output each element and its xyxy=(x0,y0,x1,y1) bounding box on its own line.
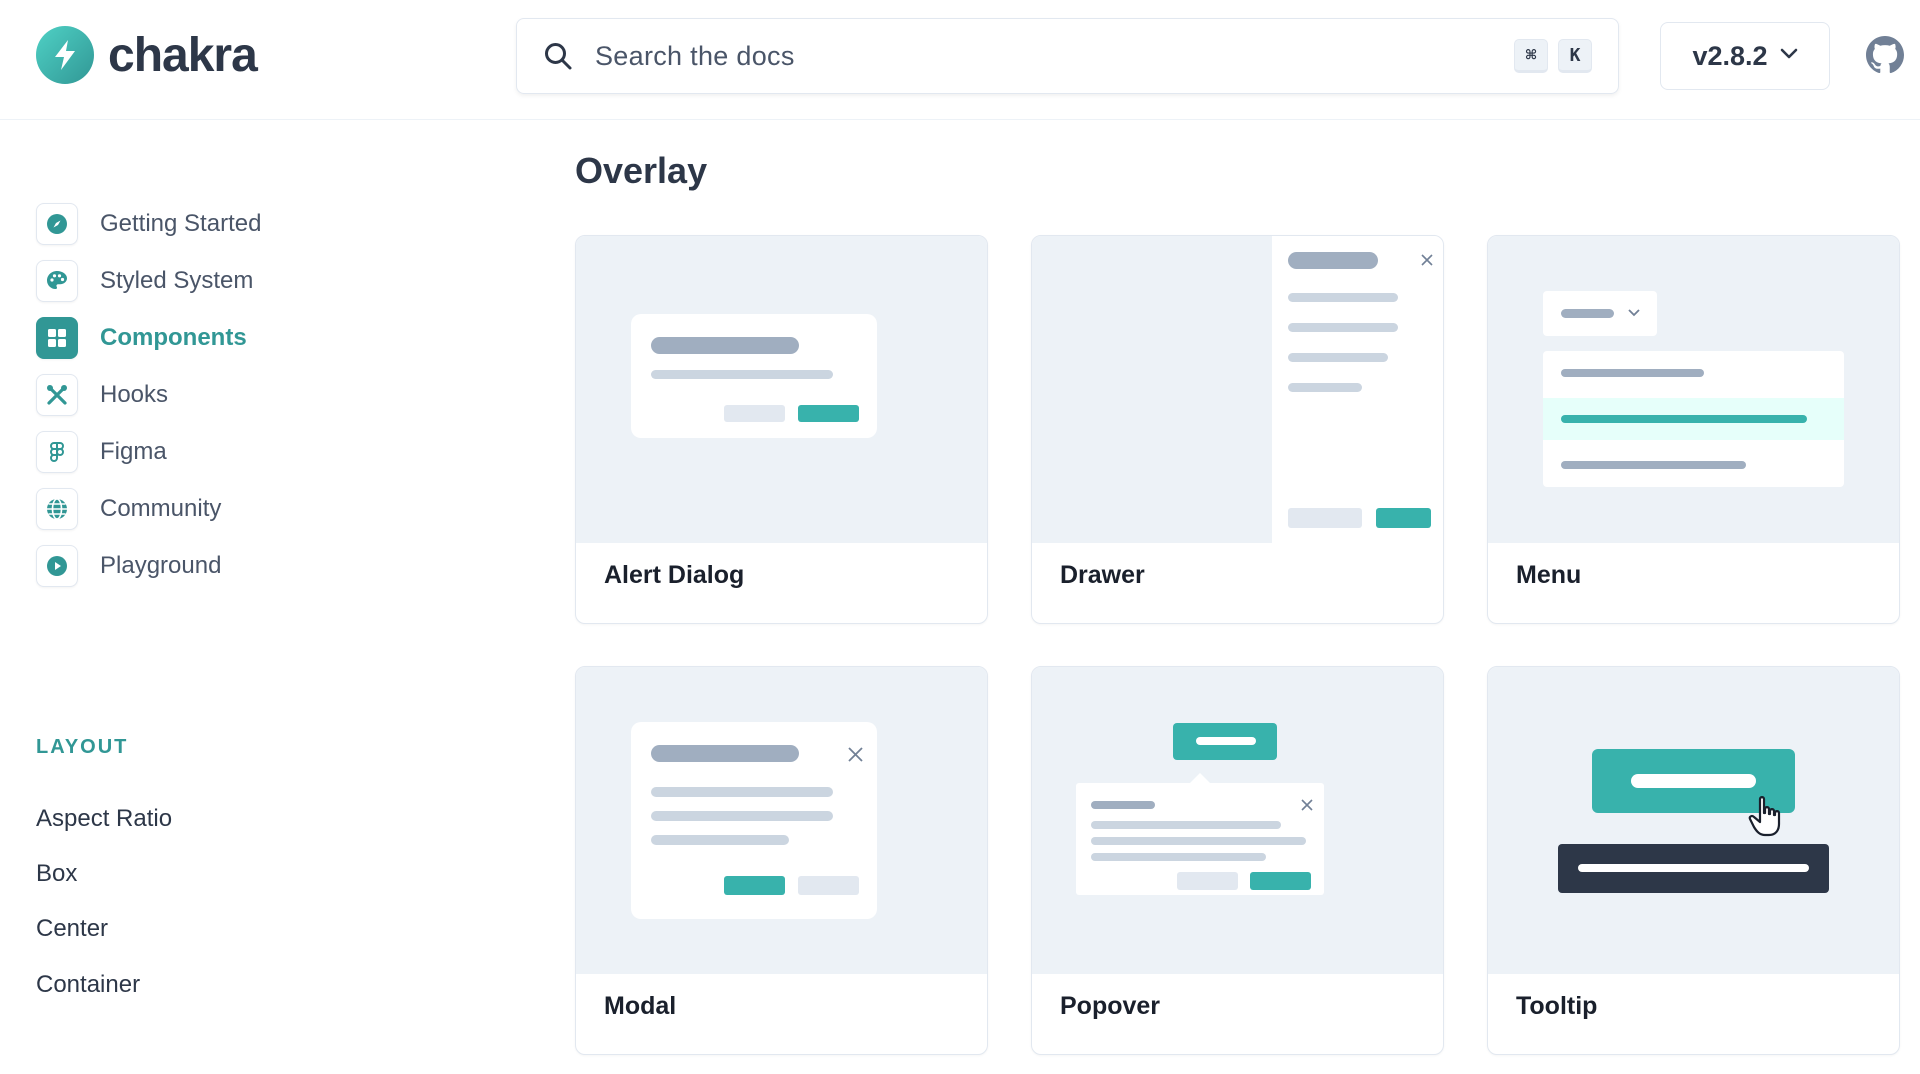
card-label: Modal xyxy=(604,992,677,1020)
card-label: Alert Dialog xyxy=(604,561,745,589)
logo-text: chakra xyxy=(108,28,258,82)
sidebar-item-label: Figma xyxy=(100,438,167,465)
k-key: K xyxy=(1558,39,1592,73)
sidebar-link-container[interactable]: Container xyxy=(36,971,140,999)
sidebar-link-box[interactable]: Box xyxy=(36,860,77,888)
compass-icon xyxy=(36,203,78,245)
card-modal[interactable]: Modal xyxy=(575,666,988,1055)
modal-preview xyxy=(576,667,987,974)
popover-preview xyxy=(1032,667,1443,974)
sidebar-item-label: Playground xyxy=(100,552,222,579)
chevron-down-icon xyxy=(1628,309,1640,317)
page-title: Overlay xyxy=(575,150,708,191)
figma-icon xyxy=(36,431,78,473)
version-label: v2.8.2 xyxy=(1692,40,1768,71)
tooltip-preview xyxy=(1488,667,1899,974)
sidebar-link-aspect-ratio[interactable]: Aspect Ratio xyxy=(36,805,172,833)
sidebar-item-label: Hooks xyxy=(100,381,169,408)
tools-icon xyxy=(36,374,78,416)
sidebar-item-components[interactable]: Components xyxy=(36,316,247,360)
card-label: Menu xyxy=(1516,561,1582,589)
sidebar-item-hooks[interactable]: Hooks xyxy=(36,373,168,417)
card-label: Popover xyxy=(1060,992,1161,1020)
grid-icon xyxy=(36,317,78,359)
section-title-layout: LAYOUT xyxy=(36,736,129,758)
card-popover[interactable]: Popover xyxy=(1031,666,1444,1055)
sidebar-item-label: Community xyxy=(100,495,222,522)
play-icon xyxy=(36,545,78,587)
lightning-bolt-icon xyxy=(36,26,94,84)
close-icon xyxy=(1421,254,1433,266)
chakra-logo[interactable]: chakra xyxy=(36,26,258,84)
sidebar-item-label: Getting Started xyxy=(100,210,262,237)
card-alert-dialog[interactable]: Alert Dialog xyxy=(575,235,988,624)
search-bar[interactable]: Search the docs ⌘ K xyxy=(516,18,1619,94)
card-tooltip[interactable]: Tooltip xyxy=(1487,666,1900,1055)
top-header: chakra Search the docs ⌘ K v2.8.2 xyxy=(0,0,1920,120)
sidebar-item-styled-system[interactable]: Styled System xyxy=(36,259,253,303)
search-icon xyxy=(543,41,573,71)
sidebar-link-center[interactable]: Center xyxy=(36,915,108,943)
sidebar-item-label: Components xyxy=(100,324,247,351)
close-icon xyxy=(848,747,863,762)
drawer-preview xyxy=(1032,236,1443,543)
card-drawer[interactable]: Drawer xyxy=(1031,235,1444,624)
github-icon[interactable] xyxy=(1866,36,1904,74)
search-placeholder: Search the docs xyxy=(595,40,795,71)
palette-icon xyxy=(36,260,78,302)
card-menu[interactable]: Menu xyxy=(1487,235,1900,624)
close-icon xyxy=(1301,799,1313,811)
version-select[interactable]: v2.8.2 xyxy=(1660,22,1830,90)
keyboard-shortcut: ⌘ K xyxy=(1514,39,1592,73)
command-key: ⌘ xyxy=(1514,39,1548,73)
card-label: Tooltip xyxy=(1516,992,1598,1020)
chevron-down-icon xyxy=(1780,47,1798,65)
sidebar-item-community[interactable]: Community xyxy=(36,487,221,531)
sidebar-item-figma[interactable]: Figma xyxy=(36,430,167,474)
menu-preview xyxy=(1488,236,1899,543)
card-label: Drawer xyxy=(1060,561,1145,589)
sidebar-item-playground[interactable]: Playground xyxy=(36,544,221,588)
sidebar: Getting Started Styled System Components… xyxy=(0,120,520,1074)
pointer-cursor-icon xyxy=(1748,796,1781,837)
alert-dialog-preview xyxy=(576,236,987,543)
sidebar-item-getting-started[interactable]: Getting Started xyxy=(36,202,261,246)
sidebar-item-label: Styled System xyxy=(100,267,254,294)
globe-icon xyxy=(36,488,78,530)
